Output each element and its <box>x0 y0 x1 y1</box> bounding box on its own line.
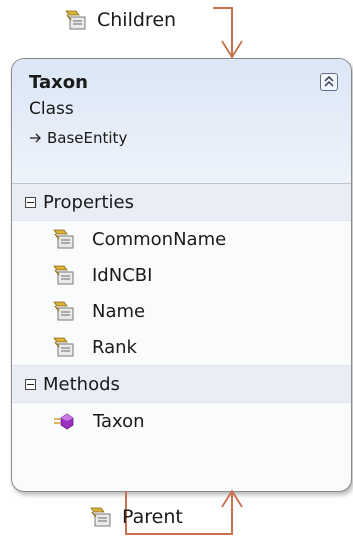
base-class-name: BaseEntity <box>47 129 128 147</box>
method-row[interactable]: Taxon <box>12 403 351 439</box>
class-header[interactable]: Taxon Class BaseEntity <box>12 59 351 184</box>
properties-section-title: Properties <box>43 191 134 213</box>
base-class-row: BaseEntity <box>29 126 351 150</box>
property-icon <box>53 265 74 285</box>
methods-list: Taxon <box>12 403 351 439</box>
children-association-label[interactable]: Children <box>65 9 176 31</box>
class-name: Taxon <box>29 72 88 93</box>
property-row[interactable]: Rank <box>12 329 351 365</box>
method-name: Taxon <box>93 410 145 432</box>
property-icon <box>53 229 74 249</box>
parent-arrowhead-icon <box>221 489 243 508</box>
class-shape[interactable]: Taxon Class BaseEntity Properties Common… <box>11 58 352 492</box>
collapse-chevron-icon[interactable] <box>320 73 338 91</box>
minus-box-icon[interactable] <box>25 196 36 208</box>
property-name: IdNCBI <box>92 264 153 286</box>
property-row[interactable]: IdNCBI <box>12 257 351 293</box>
property-name: Rank <box>92 336 137 358</box>
inheritance-arrow-icon <box>30 133 41 143</box>
children-association-line-top <box>213 7 233 9</box>
children-label-text: Children <box>97 9 177 31</box>
property-icon <box>53 301 74 321</box>
parent-association-label[interactable]: Parent <box>90 506 183 528</box>
children-arrowhead-icon <box>221 40 243 59</box>
parent-label-text: Parent <box>122 506 183 528</box>
parent-association-line-bottom <box>125 533 233 535</box>
property-name: Name <box>92 300 146 322</box>
property-name: CommonName <box>92 228 227 250</box>
methods-section-header[interactable]: Methods <box>12 365 351 403</box>
property-icon <box>90 507 111 527</box>
property-row[interactable]: CommonName <box>12 221 351 257</box>
properties-section-header[interactable]: Properties <box>12 184 351 221</box>
properties-list: CommonName IdNCBI Name Rank <box>12 221 351 365</box>
property-icon <box>53 337 74 357</box>
minus-box-icon[interactable] <box>25 378 36 390</box>
class-kind: Class <box>29 99 74 119</box>
property-icon <box>65 10 86 30</box>
method-icon <box>54 413 74 430</box>
property-row[interactable]: Name <box>12 293 351 329</box>
methods-section-title: Methods <box>43 373 120 395</box>
